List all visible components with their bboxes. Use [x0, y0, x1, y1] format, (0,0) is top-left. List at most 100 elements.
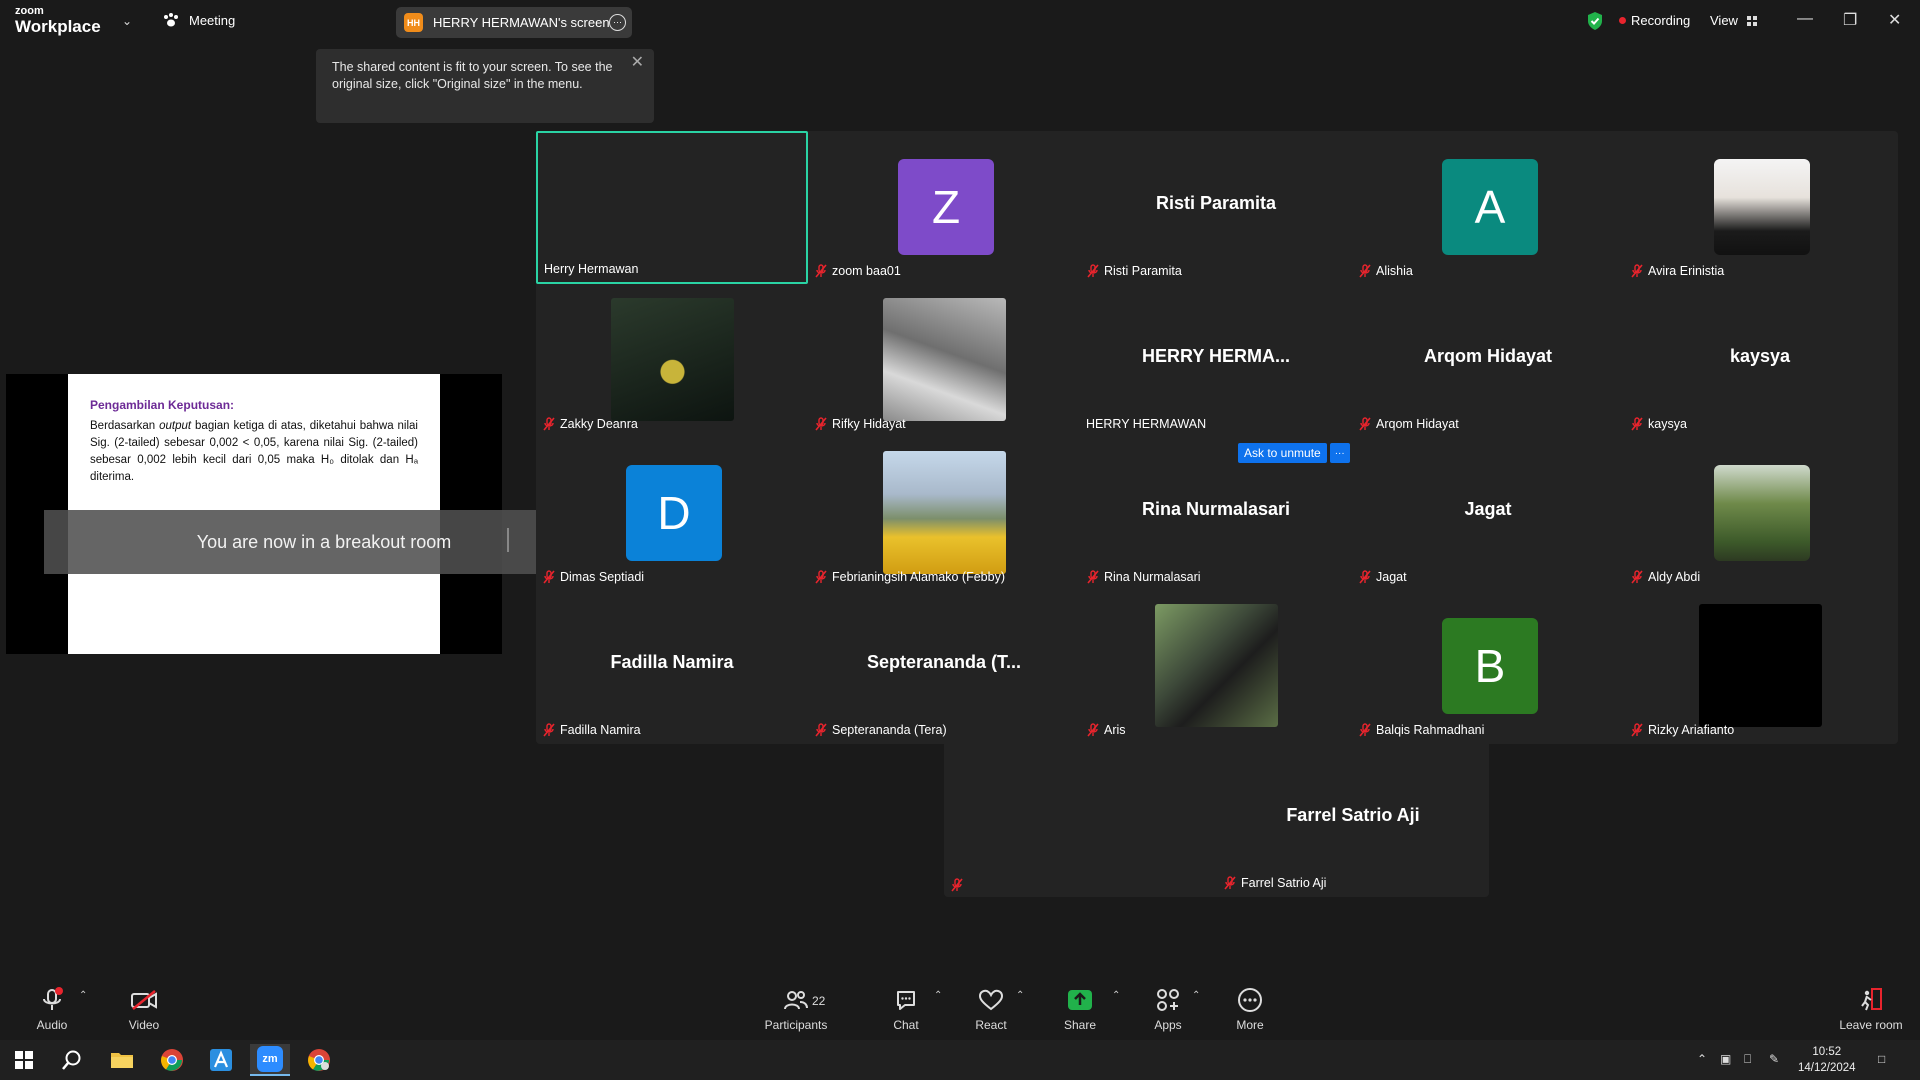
participant-name: Balqis Rahmadhani: [1376, 723, 1485, 737]
apps-icon: [1157, 989, 1179, 1011]
windows-start-button[interactable]: [4, 1044, 44, 1076]
participant-tile[interactable]: Herry Hermawan: [536, 131, 808, 284]
participant-tile[interactable]: D Dimas Septiadi: [536, 437, 808, 590]
share-options-caret[interactable]: ⌃: [1112, 990, 1120, 1001]
muted-microphone-icon: [542, 723, 556, 737]
participant-display-name: kaysya: [1729, 346, 1791, 366]
participant-display-name: Septerananda (T...: [866, 652, 1022, 672]
muted-microphone-icon: [814, 570, 828, 584]
close-icon[interactable]: ✕: [631, 54, 644, 71]
participant-tile[interactable]: Rifky Hidayat: [808, 284, 1080, 437]
participant-tile[interactable]: Rizky Ariafianto: [1624, 590, 1896, 743]
ask-to-unmute-group: Ask to unmute ···: [1238, 443, 1350, 463]
chevron-down-icon[interactable]: ⌄: [122, 14, 132, 28]
security-shield-icon[interactable]: [1586, 11, 1604, 31]
app-button[interactable]: [201, 1044, 241, 1076]
zoom-taskbar-button[interactable]: zm: [250, 1044, 290, 1076]
windows-taskbar: zm ⌃ ▣ ⎕ ✎ 10:52 14/12/2024 □: [0, 1040, 1920, 1080]
breakout-room-banner: You are now in a breakout room: [44, 510, 604, 574]
participant-name-label: Septerananda (Tera): [814, 723, 947, 737]
participant-tile[interactable]: Aris: [1080, 590, 1352, 743]
react-options-caret[interactable]: ⌃: [1016, 990, 1024, 1001]
search-button[interactable]: [52, 1044, 92, 1076]
participant-tile[interactable]: Aldy Abdi: [1624, 437, 1896, 590]
participant-tile[interactable]: Fadilla Namira Fadilla Namira: [536, 590, 808, 743]
participants-button[interactable]: Participants: [751, 986, 841, 1032]
participant-name: Farrel Satrio Aji: [1241, 876, 1327, 890]
more-icon: [1238, 988, 1262, 1012]
participant-name-label: Febrianingsih Alamako (Febby): [814, 570, 1005, 584]
participant-tile[interactable]: Farrel Satrio Aji Farrel Satrio Aji: [1217, 743, 1489, 896]
network-icon[interactable]: ⎕: [1744, 1052, 1751, 1067]
shared-screen-pill[interactable]: HH HERRY HERMAWAN's screen ···: [396, 7, 632, 38]
muted-microphone-icon: [1086, 264, 1100, 278]
more-button[interactable]: More: [1205, 986, 1295, 1032]
participant-tile[interactable]: Arqom Hidayat Arqom Hidayat: [1352, 284, 1624, 437]
participant-tile[interactable]: kaysya kaysya: [1624, 284, 1896, 437]
participant-name: Zakky Deanra: [560, 417, 638, 431]
participant-name: zoom baa01: [832, 264, 901, 278]
profile-photo: [1714, 159, 1810, 255]
participant-tile[interactable]: Avira Erinistia: [1624, 131, 1896, 284]
recording-indicator[interactable]: Recording: [1619, 13, 1690, 28]
ask-to-unmute-button[interactable]: Ask to unmute: [1238, 443, 1327, 463]
muted-microphone-icon: [814, 723, 828, 737]
video-button[interactable]: Video: [99, 986, 189, 1032]
windows-logo-icon: [15, 1051, 33, 1069]
system-clock[interactable]: 10:52 14/12/2024: [1798, 1044, 1856, 1076]
fit-screen-tooltip: The shared content is fit to your screen…: [316, 49, 654, 123]
participant-name: Rifky Hidayat: [832, 417, 906, 431]
participants-icon: [784, 991, 808, 1010]
video-label: Video: [128, 1018, 160, 1032]
apps-label: Apps: [1154, 1018, 1182, 1032]
view-button[interactable]: View: [1710, 13, 1758, 28]
participant-name: Risti Paramita: [1104, 264, 1182, 278]
paw-icon: [164, 13, 178, 27]
camera-tray-icon[interactable]: ▣: [1720, 1052, 1731, 1066]
participant-name: Aris: [1104, 723, 1126, 737]
notifications-icon[interactable]: □: [1878, 1052, 1885, 1066]
participant-tile[interactable]: Jagat Jagat: [1352, 437, 1624, 590]
participant-name: kaysya: [1648, 417, 1687, 431]
muted-microphone-icon: [1086, 723, 1100, 737]
participant-tile[interactable]: B Balqis Rahmadhani: [1352, 590, 1624, 743]
participant-tile[interactable]: HERRY HERMA... HERRY HERMAWAN: [1080, 284, 1352, 437]
apps-options-caret[interactable]: ⌃: [1192, 990, 1200, 1001]
participant-name-label: Risti Paramita: [1086, 264, 1182, 278]
participant-tile[interactable]: Febrianingsih Alamako (Febby): [808, 437, 1080, 590]
chrome-profile-button[interactable]: [299, 1044, 339, 1076]
chrome-button[interactable]: [152, 1044, 192, 1076]
participant-name-label: Farrel Satrio Aji: [1223, 876, 1326, 890]
view-label: View: [1710, 13, 1738, 28]
restore-icon[interactable]: ❐: [1843, 10, 1857, 30]
more-options-icon[interactable]: ···: [1329, 443, 1350, 463]
clock-date: 14/12/2024: [1798, 1062, 1856, 1074]
participant-tile[interactable]: Risti Paramita Risti Paramita: [1080, 131, 1352, 284]
participant-tile[interactable]: A Alishia: [1352, 131, 1624, 284]
chrome-icon: [308, 1049, 330, 1071]
show-hidden-icons[interactable]: ⌃: [1697, 1052, 1707, 1066]
leave-room-button[interactable]: Leave room: [1826, 986, 1916, 1032]
audio-label: Audio: [36, 1018, 68, 1032]
clock-time: 10:52: [1812, 1046, 1842, 1058]
participant-name-label: HERRY HERMAWAN: [1086, 417, 1206, 431]
chat-options-caret[interactable]: ⌃: [934, 990, 942, 1001]
participant-tile[interactable]: Zakky Deanra: [536, 284, 808, 437]
profile-photo: [1155, 604, 1278, 727]
muted-microphone-icon: [1086, 570, 1100, 584]
pen-icon[interactable]: ✎: [1769, 1052, 1779, 1066]
file-explorer-button[interactable]: [102, 1044, 142, 1076]
minimize-icon[interactable]: —: [1797, 10, 1813, 28]
more-options-icon[interactable]: ···: [609, 14, 626, 31]
participant-name: HERRY HERMAWAN: [1086, 417, 1207, 431]
avatar: D: [626, 465, 722, 561]
participant-tile[interactable]: Zzoom baa01: [808, 131, 1080, 284]
more-label: More: [1236, 1018, 1264, 1032]
audio-options-caret[interactable]: ⌃: [79, 990, 87, 1001]
meeting-info-button[interactable]: Meeting: [162, 12, 235, 28]
close-window-icon[interactable]: ✕: [1888, 10, 1901, 30]
participant-name: Alishia: [1376, 264, 1413, 278]
participant-tile[interactable]: Septerananda (T... Septerananda (Tera): [808, 590, 1080, 743]
muted-microphone-icon: [1630, 417, 1644, 431]
muted-microphone-icon: [1630, 264, 1644, 278]
